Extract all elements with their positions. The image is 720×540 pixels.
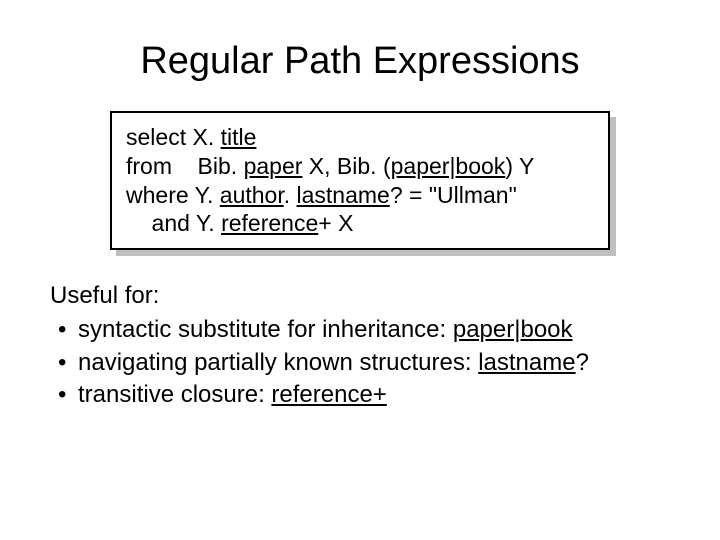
underline-text: reference [221, 210, 318, 236]
text: select X. [126, 124, 221, 150]
text: from Bib. [126, 153, 244, 179]
underline-text: lastname [297, 182, 390, 208]
list-item: transitive closure: reference+ [50, 379, 660, 411]
underline-text: author [220, 182, 284, 208]
list-item: navigating partially known structures: l… [50, 347, 660, 379]
code-line-4: and Y. reference+ X [126, 209, 594, 238]
text: . [284, 182, 297, 208]
text: navigating partially known structures: [78, 349, 478, 376]
text: ) Y [505, 153, 534, 179]
underline-text: reference+ [271, 381, 386, 408]
text: ? [576, 349, 589, 376]
slide: Regular Path Expressions select X. title… [0, 0, 720, 540]
underline-text: title [221, 124, 257, 150]
text: X, Bib. ( [302, 153, 390, 179]
underline-text: paper|book [391, 153, 506, 179]
code-box-inner: select X. title from Bib. paper X, Bib. … [110, 111, 610, 250]
text: syntactic substitute for inheritance: [78, 316, 453, 343]
body-text: Useful for: syntactic substitute for inh… [50, 280, 660, 412]
code-box: select X. title from Bib. paper X, Bib. … [110, 111, 610, 250]
list-item: syntactic substitute for inheritance: pa… [50, 314, 660, 346]
text: transitive closure: [78, 381, 271, 408]
underline-text: paper|book [453, 316, 573, 343]
slide-title: Regular Path Expressions [50, 40, 670, 83]
code-line-2: from Bib. paper X, Bib. (paper|book) Y [126, 152, 594, 181]
underline-text: paper [244, 153, 303, 179]
text: + X [318, 210, 353, 236]
underline-text: lastname [478, 349, 575, 376]
lead-text: Useful for: [50, 280, 660, 312]
code-line-3: where Y. author. lastname? = "Ullman" [126, 181, 594, 210]
text: and Y. [126, 210, 221, 236]
code-line-1: select X. title [126, 123, 594, 152]
bullet-list: syntactic substitute for inheritance: pa… [50, 314, 660, 411]
text: where Y. [126, 182, 220, 208]
text: ? = "Ullman" [390, 182, 517, 208]
